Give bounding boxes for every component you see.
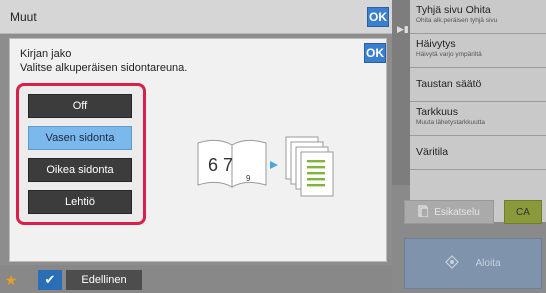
menu-item-label: Väritila — [416, 146, 449, 158]
star-icon[interactable]: ★ — [2, 270, 20, 290]
menu-item-background-adjust[interactable]: Taustan säätö — [410, 68, 546, 102]
menu-item-label: Taustan säätö — [416, 78, 482, 90]
preview-label: Esikatselu — [434, 206, 480, 218]
option-off[interactable]: Off — [28, 94, 132, 118]
option-left-binding[interactable]: Vasen sidonta — [28, 126, 132, 150]
start-icon — [445, 255, 460, 272]
ok-button-dialog[interactable]: OK — [364, 43, 386, 63]
book-split-illustration: 6 7 9 — [190, 127, 340, 217]
start-label: Aloita — [475, 258, 501, 269]
previous-button[interactable]: Edellinen — [66, 270, 142, 290]
preview-icon — [418, 204, 429, 220]
preview-button[interactable]: Esikatselu — [404, 200, 494, 224]
menu-item-sub: Ohita alk.peräisen tyhjä sivu — [416, 17, 498, 24]
menu-item-sub: Häivytä varjo ympäriltä — [416, 51, 482, 58]
menu-item-color-mode[interactable]: Väritila — [410, 136, 546, 170]
menu-item-blank-page-skip[interactable]: Tyhjä sivu Ohita Ohita alk.peräisen tyhj… — [410, 0, 546, 34]
menu-item-erase[interactable]: Häivytys Häivytä varjo ympäriltä — [410, 34, 546, 68]
menu-item-resolution[interactable]: Tarkkuus Muuta lähetystarkkuutta — [410, 102, 546, 136]
title-bar: Muut — [0, 0, 392, 34]
option-tablet[interactable]: Lehtiö — [28, 190, 132, 214]
binding-options-group: Off Vasen sidonta Oikea sidonta Lehtiö — [16, 83, 146, 225]
book-to-pages-icon: 6 7 9 — [197, 136, 334, 197]
dialog-title: Kirjan jako — [20, 48, 72, 60]
check-icon[interactable]: ✔ — [38, 270, 62, 290]
dialog-subtitle: Valitse alkuperäisen sidontareuna. — [20, 62, 188, 74]
page-title: Muut — [10, 10, 37, 24]
book-divide-dialog: Kirjan jako Valitse alkuperäisen sidonta… — [9, 38, 387, 262]
ca-button[interactable]: CA — [504, 200, 542, 224]
play-arrow-icon: ▶▮ — [397, 24, 409, 34]
page-numbers-label: 6 7 — [208, 155, 233, 175]
menu-item-label: Tarkkuus — [416, 106, 459, 118]
page-number-subscript: 9 — [246, 174, 251, 183]
panel-toggle[interactable]: ▶▮ — [392, 0, 410, 185]
ok-button-top[interactable]: OK — [367, 7, 389, 27]
menu-item-label: Häivytys — [416, 38, 456, 50]
option-right-binding[interactable]: Oikea sidonta — [28, 158, 132, 182]
menu-item-sub: Muuta lähetystarkkuutta — [416, 119, 486, 126]
start-button[interactable]: Aloita — [404, 238, 542, 289]
function-list: Tyhjä sivu Ohita Ohita alk.peräisen tyhj… — [410, 0, 546, 222]
menu-item-label: Tyhjä sivu Ohita — [416, 4, 491, 16]
